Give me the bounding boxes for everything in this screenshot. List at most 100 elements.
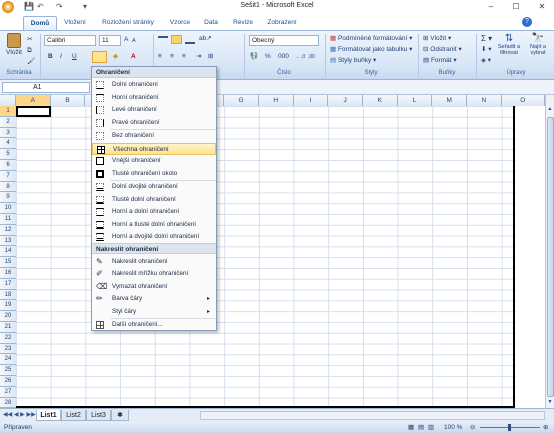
cut-icon[interactable]: ✂ <box>27 35 32 45</box>
font-color-icon[interactable]: A <box>131 52 136 62</box>
zoom-in-icon[interactable]: ⊕ <box>543 422 548 433</box>
page-break-view-icon[interactable]: ▥ <box>428 422 434 433</box>
column-header[interactable]: L <box>398 95 433 106</box>
shrink-font-icon[interactable]: A <box>132 36 136 46</box>
grow-font-icon[interactable]: A <box>124 35 128 45</box>
row-header[interactable]: 15 <box>0 257 16 268</box>
scroll-thumb[interactable] <box>547 117 554 397</box>
vertical-scrollbar[interactable]: ▲ ▼ <box>545 95 554 408</box>
sheet-tab[interactable]: List2 <box>61 410 86 421</box>
align-center-icon[interactable]: ≡ <box>170 52 174 62</box>
copy-icon[interactable]: ⧉ <box>27 46 32 56</box>
top-align-icon[interactable] <box>158 36 168 44</box>
menu-item-draw-border-grid[interactable]: ✐ Nakreslit mřížku ohraničení <box>92 268 216 280</box>
row-header[interactable]: 20 <box>0 311 16 322</box>
horizontal-scrollbar[interactable] <box>200 411 545 420</box>
scroll-down-icon[interactable]: ▼ <box>546 399 554 407</box>
sheet-tab[interactable]: List3 <box>86 410 111 421</box>
row-header[interactable]: 10 <box>0 203 16 214</box>
tab-review[interactable]: Revize <box>229 16 257 30</box>
thousands-icon[interactable]: 000 <box>278 52 289 62</box>
sheet-tab[interactable]: List1 <box>36 410 61 421</box>
minimize-button[interactable]: – <box>484 1 498 12</box>
row-header[interactable]: 21 <box>0 322 16 333</box>
column-header[interactable]: O <box>502 95 545 106</box>
find-select-button[interactable]: 🔭 Najít a vybrat <box>524 33 552 56</box>
menu-item-draw-border[interactable]: ✎ Nakreslit ohraničení <box>92 256 216 268</box>
align-left-icon[interactable]: ≡ <box>158 52 162 62</box>
row-header[interactable]: 5 <box>0 149 16 160</box>
row-header[interactable]: 14 <box>0 246 16 258</box>
bold-button[interactable]: B <box>48 52 53 62</box>
menu-item-no-border[interactable]: Bez ohraničení <box>92 130 216 142</box>
menu-item-thick-box-border[interactable]: Tlusté ohraničení okolo <box>92 168 216 180</box>
middle-align-icon[interactable] <box>171 35 182 44</box>
format-painter-icon[interactable]: 🖌 <box>27 57 35 67</box>
orientation-icon[interactable]: ab↗ <box>199 34 212 44</box>
row-header[interactable]: 25 <box>0 365 16 376</box>
insert-sheet-button[interactable]: ✱ <box>111 410 129 421</box>
name-box[interactable]: A1 <box>2 82 90 93</box>
page-layout-view-icon[interactable]: ▤ <box>418 422 424 433</box>
column-header[interactable]: K <box>363 95 398 106</box>
select-all-corner[interactable] <box>0 95 16 106</box>
close-button[interactable]: ✕ <box>535 1 549 12</box>
column-header[interactable]: A <box>16 95 51 106</box>
column-header[interactable]: J <box>328 95 363 106</box>
indent-icon[interactable]: ⇥ <box>196 52 201 62</box>
row-header[interactable]: 12 <box>0 225 16 236</box>
row-header[interactable]: 13 <box>0 236 16 247</box>
menu-item-all-borders[interactable]: Všechna ohraničení <box>92 142 216 155</box>
menu-item-bottom-double-border[interactable]: Dolní dvojité ohraničení <box>92 181 216 193</box>
decrease-decimal-icon[interactable]: ,00 <box>308 52 315 62</box>
menu-item-top-border[interactable]: Horní ohraničení <box>92 92 216 104</box>
tab-page-layout[interactable]: Rozložení stránky <box>94 16 162 30</box>
active-cell[interactable] <box>16 106 51 117</box>
column-header[interactable]: I <box>294 95 329 106</box>
sheet-nav-icon[interactable]: ◀◀ ◀ ▶ ▶▶ <box>3 411 36 418</box>
paste-button[interactable]: Vložit <box>3 33 25 67</box>
row-header[interactable]: 22 <box>0 333 16 344</box>
row-header[interactable]: 27 <box>0 387 16 398</box>
menu-item-more-borders[interactable]: Další ohraničení... <box>92 319 216 331</box>
row-header[interactable]: 3 <box>0 128 16 139</box>
row-header[interactable]: 9 <box>0 192 16 204</box>
menu-item-left-border[interactable]: Levé ohraničení <box>92 104 216 116</box>
tab-data[interactable]: Data <box>198 16 224 30</box>
menu-item-outside-borders[interactable]: Vnější ohraničení <box>92 155 216 167</box>
increase-decimal-icon[interactable]: ←,0 <box>296 52 305 62</box>
row-header[interactable]: 18 <box>0 290 16 301</box>
autosum-icon[interactable]: Σ ▾ <box>481 34 492 44</box>
zoom-slider-thumb[interactable] <box>508 424 511 431</box>
underline-button[interactable]: U <box>72 52 77 62</box>
scroll-up-icon[interactable]: ▲ <box>546 106 554 114</box>
zoom-level[interactable]: 100 % <box>444 422 462 433</box>
tab-home[interactable]: Domů <box>23 16 57 30</box>
menu-item-bottom-border[interactable]: Dolní ohraničení <box>92 79 216 91</box>
column-header[interactable]: G <box>224 95 259 106</box>
row-header[interactable]: 7 <box>0 171 16 182</box>
number-format-combo[interactable]: Obecný <box>249 35 319 46</box>
row-header[interactable]: 28 <box>0 398 16 409</box>
menu-item-line-style[interactable]: Styl čáry ▸ <box>92 306 216 318</box>
percent-icon[interactable]: % <box>265 52 271 62</box>
row-header[interactable]: 1 <box>0 106 16 117</box>
font-size-combo[interactable]: 11 <box>99 35 121 46</box>
fill-color-icon[interactable]: ◆ <box>113 52 118 62</box>
help-icon[interactable]: ? <box>522 17 532 27</box>
row-header[interactable]: 17 <box>0 279 16 290</box>
column-header[interactable]: M <box>432 95 468 106</box>
tab-insert[interactable]: Vložení <box>60 16 90 30</box>
font-name-combo[interactable]: Calibri <box>44 35 96 46</box>
row-header[interactable]: 4 <box>0 138 16 150</box>
row-header[interactable]: 26 <box>0 376 16 387</box>
maximize-button[interactable]: ☐ <box>509 1 523 12</box>
zoom-out-icon[interactable]: ⊖ <box>470 422 475 433</box>
row-header[interactable]: 2 <box>0 117 16 128</box>
row-header[interactable]: 11 <box>0 214 16 225</box>
format-as-table-button[interactable]: ▦ Formátovat jako tabulku ▾ <box>330 45 412 55</box>
menu-item-right-border[interactable]: Pravé ohraničení <box>92 117 216 129</box>
menu-item-top-double-bottom-border[interactable]: Horní a dvojité dolní ohraničení <box>92 231 216 243</box>
menu-item-top-bottom-border[interactable]: Horní a dolní ohraničení <box>92 206 216 218</box>
row-header[interactable]: 23 <box>0 344 16 355</box>
